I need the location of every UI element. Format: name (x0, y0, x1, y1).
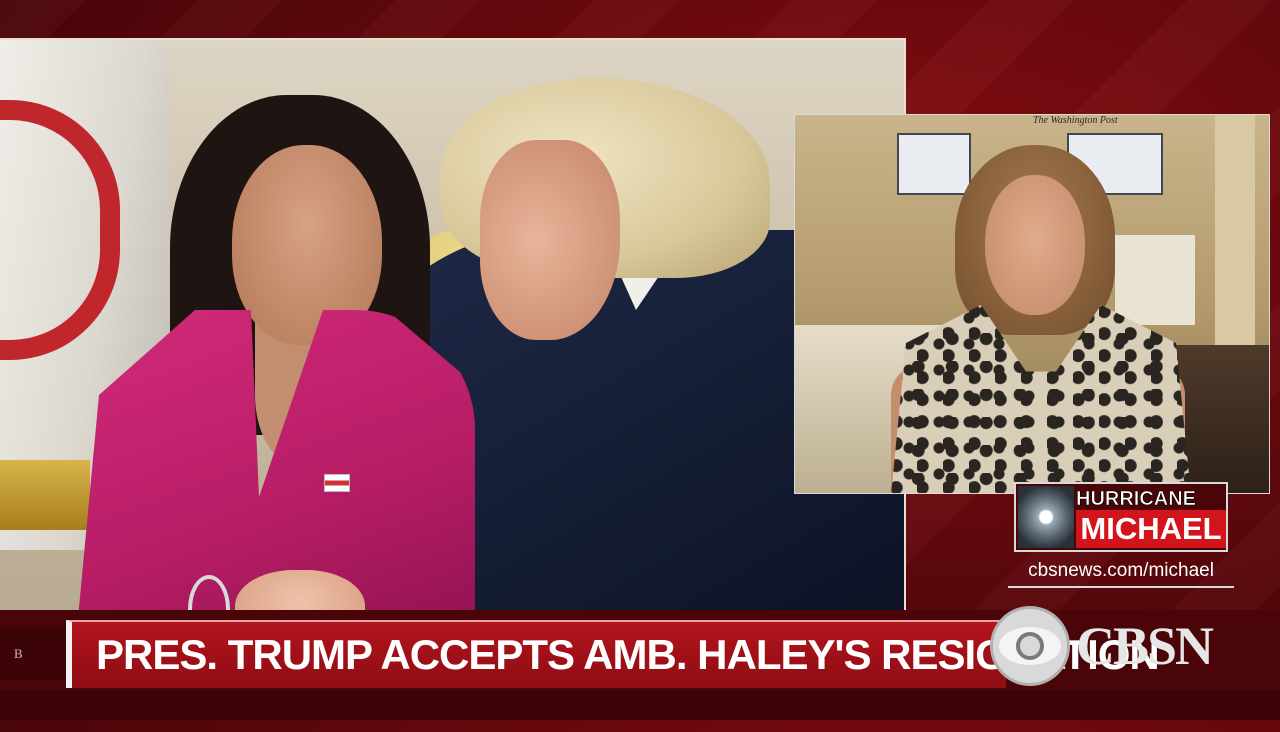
bottom-strip (0, 690, 1280, 720)
reporter-face (985, 175, 1085, 315)
live-feed-inset: The Washington Post (795, 115, 1269, 493)
headline-banner: PRES. TRUMP ACCEPTS AMB. HALEY'S RESIGNA… (66, 620, 1160, 688)
headline-text: PRES. TRUMP ACCEPTS AMB. HALEY'S RESIGNA… (96, 631, 1160, 678)
cbsn-logo: CBSN (990, 604, 1240, 688)
newsroom-pillar (1215, 115, 1255, 355)
network-logo-text: CBSN (1076, 616, 1214, 676)
hurricane-michael-bug: HURRICANE MICHAEL (1014, 482, 1228, 552)
cbs-eye-icon (990, 606, 1070, 686)
bug-line-hurricane: HURRICANE (1076, 488, 1197, 511)
newsroom-shelf (1115, 235, 1195, 325)
background-paper-title: The Washington Post (1033, 115, 1118, 126)
cbs-eye-pupil (1016, 632, 1044, 660)
lower-third-edge-text: B S (0, 628, 66, 713)
hurricane-satellite-icon (1018, 486, 1074, 548)
man-face (480, 140, 620, 340)
main-news-photo (0, 38, 906, 612)
flag-pin-icon (324, 474, 350, 492)
photo-flag-fringe (0, 460, 90, 530)
coverage-url: cbsnews.com/michael (1008, 560, 1234, 588)
bug-line-michael: MICHAEL (1076, 510, 1226, 548)
newsroom-monitor (897, 133, 971, 195)
